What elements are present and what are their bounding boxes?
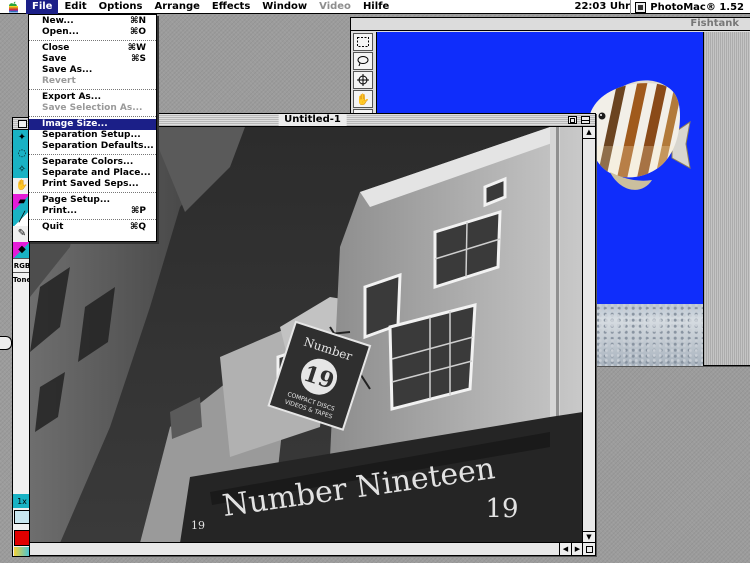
menu-item-close[interactable]: Close ⌘W	[29, 43, 156, 54]
menu-options[interactable]: Options	[93, 0, 149, 14]
horizontal-scrollbar[interactable]: ◀ ▶	[30, 542, 583, 555]
apple-menu[interactable]	[0, 0, 26, 14]
vertical-scrollbar[interactable]: ▲ ▼	[582, 127, 595, 543]
menu-video: Video	[319, 0, 351, 12]
menu-item-save-as[interactable]: Save As...	[29, 65, 156, 76]
photomac-app-icon	[635, 1, 647, 13]
fishtank-window-title: Fishtank	[690, 18, 739, 29]
marquee-tool-icon[interactable]	[353, 33, 373, 51]
menu-item-separation-defaults[interactable]: Separation Defaults...	[29, 141, 156, 152]
crosshair-tool-icon[interactable]	[353, 71, 373, 89]
file-menu-dropdown: New... ⌘N Open... ⌘O Close ⌘W Save ⌘S Save A…	[28, 14, 157, 242]
menu-item-export-as[interactable]: Export As...	[29, 92, 156, 103]
swap-colors-icon[interactable]	[14, 547, 30, 556]
menu-item-image-size[interactable]: Image Size...	[29, 119, 156, 130]
fishtank-titlebar[interactable]: Fishtank	[351, 18, 750, 31]
hand-tool-icon[interactable]: ✋	[353, 90, 373, 108]
fishtank-pasteboard	[704, 32, 750, 365]
menu-edit[interactable]: Edit	[58, 0, 92, 14]
collapse-box-icon[interactable]	[581, 116, 590, 124]
menu-item-separation-setup[interactable]: Separation Setup...	[29, 130, 156, 141]
menu-window[interactable]: Window	[256, 0, 313, 14]
fascia-number: 19	[485, 494, 518, 524]
zoom-box-icon[interactable]	[568, 116, 577, 124]
menu-effects[interactable]: Effects	[206, 0, 256, 14]
menu-bar: File Edit Options Arrange Effects Window…	[0, 0, 750, 14]
menu-item-print-saved-seps[interactable]: Print Saved Seps...	[29, 179, 156, 190]
menu-file[interactable]: File	[26, 0, 59, 14]
scroll-up-arrow-icon[interactable]: ▲	[583, 127, 595, 139]
menu-item-save[interactable]: Save ⌘S	[29, 54, 156, 65]
menu-item-save-selection-as: Save Selection As...	[42, 103, 143, 113]
menu-item-print[interactable]: Print... ⌘P	[29, 206, 156, 217]
apple-icon	[8, 1, 18, 12]
menu-item-separate-colors[interactable]: Separate Colors...	[29, 157, 156, 168]
menu-item-separate-and-place[interactable]: Separate and Place...	[29, 168, 156, 179]
menu-arrange[interactable]: Arrange	[148, 0, 205, 14]
scroll-left-arrow-icon[interactable]: ◀	[559, 543, 571, 555]
menu-item-page-setup[interactable]: Page Setup...	[29, 195, 156, 206]
application-menu[interactable]: PhotoMac® 1.52	[630, 0, 750, 14]
menu-item-open[interactable]: Open... ⌘O	[29, 27, 156, 38]
butterflyfish-image[interactable]	[580, 76, 692, 202]
application-name: PhotoMac® 1.52	[650, 1, 744, 13]
menu-item-revert: Revert	[42, 76, 76, 86]
background-color-swatch[interactable]	[14, 510, 30, 524]
menubar-clock: 22:03 Uhr	[574, 1, 630, 12]
menu-help[interactable]: Hilfe	[357, 0, 395, 14]
fascia-small-number: 19	[191, 519, 205, 532]
foreground-color-swatch[interactable]	[14, 530, 30, 546]
window-resize-handle[interactable]	[582, 542, 595, 555]
document-title: Untitled-1	[278, 114, 347, 126]
lasso-tool-icon[interactable]	[353, 52, 373, 70]
menu-item-new[interactable]: New... ⌘N	[29, 16, 156, 27]
toolbar-collapse-tab[interactable]	[0, 336, 12, 350]
menu-item-quit[interactable]: Quit ⌘Q	[29, 222, 156, 233]
